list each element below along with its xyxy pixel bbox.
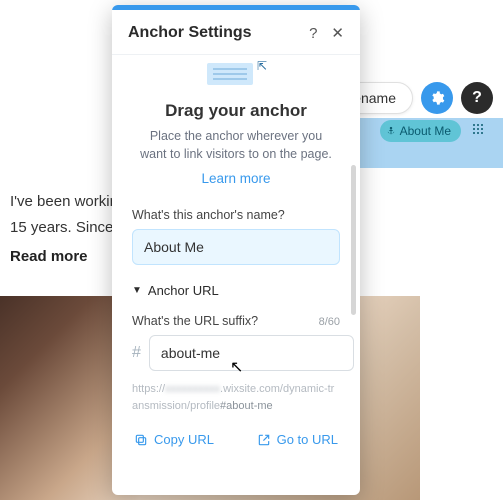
question-icon: ? — [472, 89, 482, 107]
drag-handle[interactable] — [473, 124, 485, 136]
name-field-label: What's this anchor's name? — [132, 208, 340, 222]
drag-heading: Drag your anchor — [132, 101, 340, 121]
section-label: Anchor URL — [148, 283, 219, 298]
anchor-icon — [386, 126, 396, 136]
copy-icon — [134, 433, 148, 447]
close-button[interactable]: ✕ — [331, 24, 344, 42]
cursor-icon: ⇱ — [257, 59, 267, 73]
anchor-name-input[interactable] — [132, 229, 340, 265]
chevron-down-icon: ▼ — [132, 285, 142, 296]
help-button[interactable]: ? — [461, 82, 493, 114]
copy-url-label: Copy URL — [154, 432, 214, 447]
hash-prefix: # — [132, 344, 141, 362]
panel-body: ⇱ Drag your anchor Place the anchor wher… — [112, 55, 360, 487]
scrollbar-thumb[interactable] — [351, 165, 356, 315]
suffix-field-label: What's the URL suffix? — [132, 314, 258, 328]
drag-illustration: ⇱ — [201, 55, 271, 89]
anchor-settings-panel: Anchor Settings ? ✕ ⇱ Drag your anchor P… — [112, 5, 360, 495]
external-link-icon — [257, 433, 271, 447]
panel-header: Anchor Settings ? ✕ — [112, 10, 360, 55]
anchor-badge-label: About Me — [400, 124, 451, 138]
panel-footer: Copy URL Go to URL — [132, 432, 340, 447]
panel-help-button[interactable]: ? — [309, 25, 317, 42]
go-to-url-label: Go to URL — [277, 432, 338, 447]
copy-url-button[interactable]: Copy URL — [134, 432, 214, 447]
anchor-badge[interactable]: About Me — [380, 120, 461, 142]
url-suffix-input[interactable] — [149, 335, 354, 371]
anchor-url-section-toggle[interactable]: ▼ Anchor URL — [132, 283, 340, 298]
settings-button[interactable] — [421, 82, 453, 114]
learn-more-link[interactable]: Learn more — [132, 171, 340, 186]
char-count: 8/60 — [319, 316, 340, 328]
drag-description: Place the anchor wherever you want to li… — [132, 127, 340, 163]
gear-icon — [429, 90, 445, 106]
url-preview: https://xxxxxxxxxx.wixsite.com/dynamic-t… — [132, 381, 340, 414]
read-more-link[interactable]: Read more — [10, 248, 88, 265]
go-to-url-button[interactable]: Go to URL — [257, 432, 338, 447]
panel-title: Anchor Settings — [128, 24, 252, 42]
